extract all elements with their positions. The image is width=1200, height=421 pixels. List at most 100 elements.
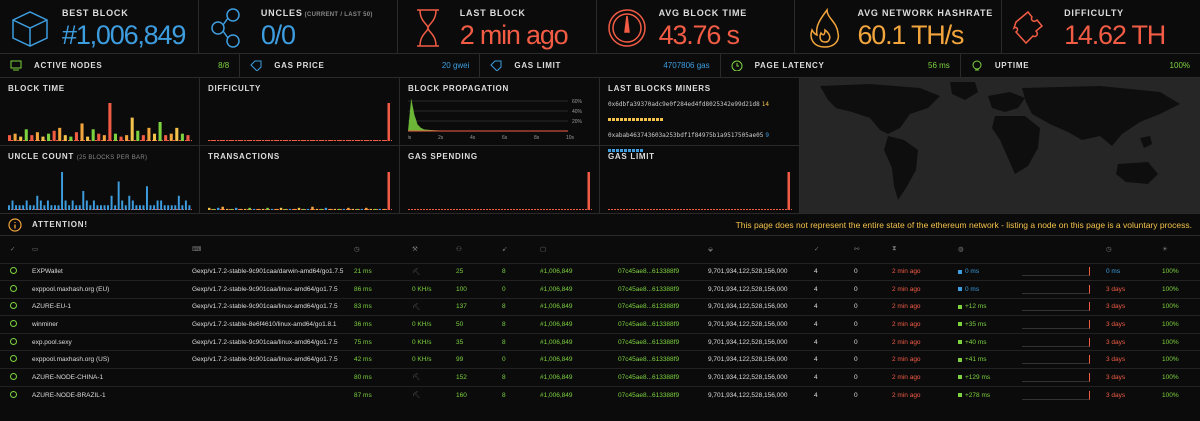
table-row[interactable]: winminer Gexp/v1.7.2-stable-8e6f4610/linu… — [0, 315, 1200, 334]
chart-bar — [288, 208, 292, 210]
node-block-hash: 07c45ae8...613388f9 — [618, 391, 680, 399]
chart-bar — [347, 207, 350, 210]
chart-bar — [787, 172, 790, 210]
fire-icon — [810, 7, 840, 48]
chart-bar — [284, 208, 287, 210]
header-peers-icon[interactable]: ⚇ — [456, 236, 502, 263]
header-hourglass-icon[interactable]: ⧗ — [892, 236, 958, 263]
node-block: #1,006,849 — [540, 338, 573, 346]
node-pending: 8 — [502, 303, 506, 311]
node-block: #1,006,849 — [540, 356, 573, 364]
chart-transactions: Transactions — [200, 146, 400, 214]
table-row[interactable]: exp.pool.sexy Gexp/v1.7.2-stable-9c901caa… — [0, 333, 1200, 351]
miner-block-square — [640, 118, 643, 121]
chart-bar — [356, 208, 359, 210]
status-dot — [10, 284, 17, 292]
node-pending: 8 — [502, 391, 506, 399]
header-cube-icon[interactable]: ▢ — [540, 236, 618, 263]
stat-label: Avg Block Time — [658, 8, 748, 18]
chart-bar — [75, 205, 78, 210]
propagation-indicator — [958, 269, 962, 274]
chart-title: Transactions — [208, 152, 280, 161]
chart-bar — [216, 140, 220, 141]
miner-count: 14 — [761, 101, 769, 108]
node-uncles: 0 — [854, 303, 858, 311]
node-name: AZURE-NODE-BRAZIL-1 — [32, 391, 106, 399]
header-pickaxe-icon[interactable]: ⚒ — [412, 236, 456, 263]
chart-bar — [158, 122, 162, 141]
node-avg-propagation: 0 ms — [1106, 268, 1121, 276]
node-transactions: 4 — [814, 338, 818, 346]
node-latency: 21 ms — [354, 268, 372, 276]
header-check-icon-2[interactable]: ✓ — [814, 236, 854, 263]
node-propagation: +35 ms — [958, 316, 1022, 334]
node-status — [0, 316, 22, 334]
propagation-value: 0 ms — [965, 285, 980, 293]
chart-bar — [587, 172, 590, 210]
chart-bar — [329, 140, 332, 141]
table-row[interactable]: exppool.maxhash.org (US) Gexp/v1.7.2-stab… — [0, 350, 1200, 369]
table-row[interactable]: exppool.maxhash.org (EU) Gexp/v1.7.2-stab… — [0, 280, 1200, 299]
propagation-value: +12 ms — [965, 303, 987, 311]
chart-bar — [186, 135, 190, 141]
world-map[interactable] — [800, 78, 1200, 213]
node-last-block: 2 min ago — [892, 373, 921, 381]
node-pending: 0 — [502, 285, 506, 293]
header-monitor-icon[interactable]: ▭ — [22, 236, 192, 263]
chart-bar — [311, 140, 314, 141]
chart-bar — [32, 205, 35, 210]
substat-value: 20 gwei — [441, 61, 470, 70]
hourglass-icon — [416, 9, 439, 47]
header-laptop-icon[interactable]: ⌨ — [192, 236, 354, 263]
node-peers: 25 — [456, 268, 464, 276]
chart-bar — [169, 133, 173, 141]
chart-bar — [25, 200, 28, 210]
propagation-chart-line — [1022, 320, 1090, 330]
chart-bar — [306, 208, 310, 210]
info-icon — [8, 217, 22, 232]
substat-page-latency: Page Latency 56 ms — [721, 54, 961, 77]
node-transactions: 4 — [814, 303, 818, 311]
header-tag-icon[interactable]: ⬙ — [708, 236, 798, 263]
header-pending-icon[interactable]: ➹ — [502, 236, 540, 263]
header-uncles-icon[interactable]: ⚯ — [854, 236, 892, 263]
stat-best-block: Best Block #1,006,849 — [0, 0, 199, 53]
miner-block-square — [644, 118, 647, 121]
node-block: #1,006,849 — [540, 321, 573, 329]
miner-count: 9 — [765, 132, 769, 139]
chart-bar — [136, 130, 140, 141]
chart-bar — [293, 208, 296, 210]
chart-bar — [261, 140, 265, 141]
miner-block-square — [612, 118, 615, 121]
header-bulb-icon[interactable]: ☀ — [1162, 236, 1200, 263]
miner-block-square — [628, 118, 631, 121]
stat-label: Last Block — [459, 8, 526, 18]
chart-bar — [266, 140, 269, 141]
chart-bar — [302, 140, 305, 141]
chart-bar — [13, 133, 17, 141]
table-row[interactable]: AZURE-NODE-BRAZIL-1 87 ms ⛏ 160 8 #1,006,849 0… — [0, 386, 1200, 404]
header-clock-icon-2[interactable]: ◷ — [1106, 236, 1162, 263]
chart-bar — [135, 205, 138, 210]
node-client — [192, 369, 354, 387]
chart-gas-spending: Gas Spending — [400, 146, 600, 214]
header-gauge-icon[interactable]: ◍ — [958, 236, 1022, 263]
table-row[interactable]: EXPWallet Gexp/v1.7.2-stable-9c901caa/dar… — [0, 263, 1200, 281]
node-uncles: 0 — [854, 338, 858, 346]
node-block: #1,006,849 — [540, 285, 573, 293]
miner-block-square — [660, 118, 663, 121]
node-avg-propagation: 3 days — [1106, 356, 1126, 364]
header-check-icon[interactable]: ✓ — [0, 236, 22, 263]
header-clock-icon[interactable]: ◷ — [354, 236, 412, 263]
node-transactions: 4 — [814, 285, 818, 293]
chart-bar — [234, 140, 238, 141]
miner-entry: 0x6dbfa39370adc9e0f284ed4fd8025342e99d21… — [608, 101, 791, 126]
table-row[interactable]: AZURE-EU-1 Gexp/v1.7.2-stable-9c901caa/li… — [0, 298, 1200, 316]
table-row[interactable]: AZURE-NODE-CHINA-1 80 ms ⛏ 152 8 #1,006,849 07… — [0, 368, 1200, 387]
node-block: #1,006,849 — [540, 391, 573, 399]
node-total-difficulty: 9,701,934,122,528,156,000 — [708, 321, 788, 329]
chart-subtitle: (25 BLOCKS PER BAR) — [76, 155, 148, 161]
substats-bar: Active Nodes 8/8 Gas Price 20 gwei Gas Lim… — [0, 54, 1200, 78]
node-avg-propagation: 3 days — [1106, 303, 1126, 311]
chart-bar — [96, 205, 99, 210]
